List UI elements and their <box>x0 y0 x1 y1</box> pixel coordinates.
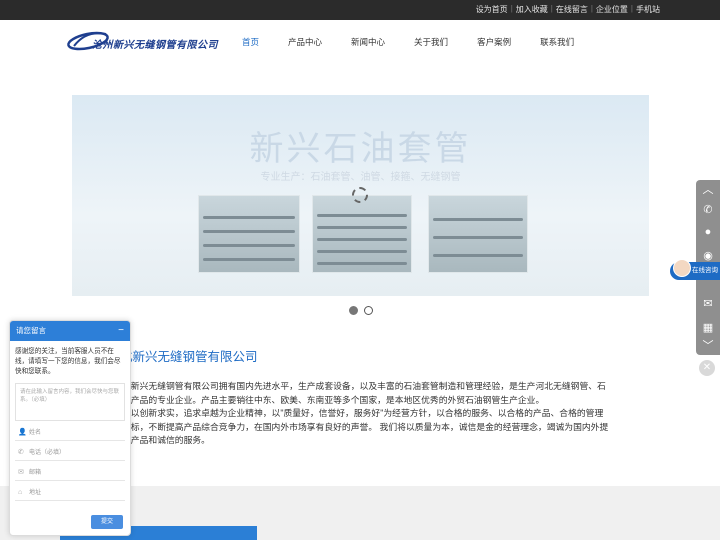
person-icon: 👤 <box>18 429 27 436</box>
phone-field[interactable]: ✆ 电话（必填） <box>15 445 125 461</box>
online-message-link[interactable]: 在线留言 <box>556 4 588 15</box>
phone-icon: ✆ <box>18 449 24 456</box>
email-field[interactable]: ✉ 邮箱 <box>15 465 125 481</box>
company-location-link[interactable]: 企业位置 <box>596 4 628 15</box>
about-body: 北新兴无缝钢管有限公司拥有国内先进水平，生产成套设备，以及丰富的石油套管制造和管… <box>122 380 622 448</box>
add-favorite-link[interactable]: 加入收藏 <box>516 4 548 15</box>
location-icon: ⌂ <box>18 489 23 496</box>
message-widget-header: 请您留言 − <box>10 321 130 341</box>
wechat-icon[interactable]: ◉ <box>702 250 714 262</box>
online-consult-badge[interactable]: 在线咨询 <box>670 259 720 280</box>
site-header: 沧州新兴无缝钢管有限公司 首页 产品中心 新闻中心 关于我们 客户案例 联系我们 <box>0 20 720 64</box>
avatar <box>673 259 691 277</box>
mobile-site-link[interactable]: 手机站 <box>636 4 660 15</box>
qq-icon[interactable]: ● <box>702 226 714 238</box>
banner-product-image <box>198 195 300 273</box>
banner-product-image <box>428 195 528 273</box>
phone-icon[interactable]: ✆ <box>702 204 714 216</box>
hero-banner[interactable]: 新兴石油套管 专业生产：石油套管、油管、接箍、无缝钢管 <box>72 95 649 296</box>
nav-news[interactable]: 新闻中心 <box>351 36 385 48</box>
slider-pagination <box>349 306 373 315</box>
nav-products[interactable]: 产品中心 <box>288 36 322 48</box>
nav-contact[interactable]: 联系我们 <box>540 36 574 48</box>
about-line: 的产品和诚信的服务。 <box>122 435 210 446</box>
banner-subtitle: 专业生产：石油套管、油管、接箍、无缝钢管 <box>260 172 461 183</box>
map-icon[interactable]: ▦ <box>702 322 714 334</box>
top-links: 设为首页 | 加入收藏 | 在线留言 | 企业位置 | 手机站 <box>475 4 660 15</box>
top-bar: 设为首页 | 加入收藏 | 在线留言 | 企业位置 | 手机站 <box>0 0 720 20</box>
about-title: 北新兴无缝钢管有限公司 <box>120 350 258 364</box>
main-nav: 首页 产品中心 新闻中心 关于我们 客户案例 联系我们 <box>242 36 603 48</box>
close-icon[interactable]: ✕ <box>699 360 715 376</box>
address-field[interactable]: ⌂ 地址 <box>15 485 125 501</box>
nav-home[interactable]: 首页 <box>242 36 259 48</box>
mail-icon: ✉ <box>18 469 24 476</box>
message-widget-title: 请您留言 <box>16 326 46 335</box>
banner-product-image <box>312 195 412 273</box>
minimize-icon[interactable]: − <box>118 321 124 341</box>
slide-dot-2[interactable] <box>364 306 373 315</box>
name-field[interactable]: 👤 姓名 <box>15 425 125 441</box>
message-widget: 请您留言 − 感谢您的关注，当前客服人员不在线，请填写一下您的信息，我们会尽快和… <box>9 320 131 536</box>
nav-cases[interactable]: 客户案例 <box>477 36 511 48</box>
set-homepage-link[interactable]: 设为首页 <box>476 4 508 15</box>
about-line: 司以创新求实，追求卓越为企业精神，以"质量好，信誉好，服务好"为经营方针，以合格… <box>122 408 604 419</box>
chevron-up-icon[interactable]: ︿ <box>702 184 714 196</box>
submit-button[interactable]: 提交 <box>91 515 123 529</box>
about-line: 目标，不断提高产品综合竞争力，在国内外市场享有良好的声誉。 我们将以质量为本，诚… <box>122 421 609 432</box>
chevron-down-icon[interactable]: ﹀ <box>702 340 714 352</box>
banner-title: 新兴石油套管 <box>249 129 472 169</box>
about-line: 北新兴无缝钢管有限公司拥有国内先进水平，生产成套设备，以及丰富的石油套管制造和管… <box>122 381 606 391</box>
message-widget-notice: 感谢您的关注，当前客服人员不在线，请填写一下您的信息，我们会尽快和您联系。 <box>15 348 121 375</box>
slide-dot-1[interactable] <box>349 306 358 315</box>
loading-spinner-icon <box>352 187 368 203</box>
mail-icon[interactable]: ✉ <box>702 298 714 310</box>
nav-about[interactable]: 关于我们 <box>414 36 448 48</box>
about-line: 等产品的专业企业。产品主要销往中东、欧美、东南亚等多个国家，是本地区优秀的外贸石… <box>122 394 545 405</box>
online-consult-label: 在线咨询 <box>692 267 718 274</box>
message-textarea[interactable]: 请在此输入留言内容，我们会尽快与您联系。（必填） <box>15 383 125 421</box>
logo-text: 沧州新兴无缝钢管有限公司 <box>92 40 218 51</box>
